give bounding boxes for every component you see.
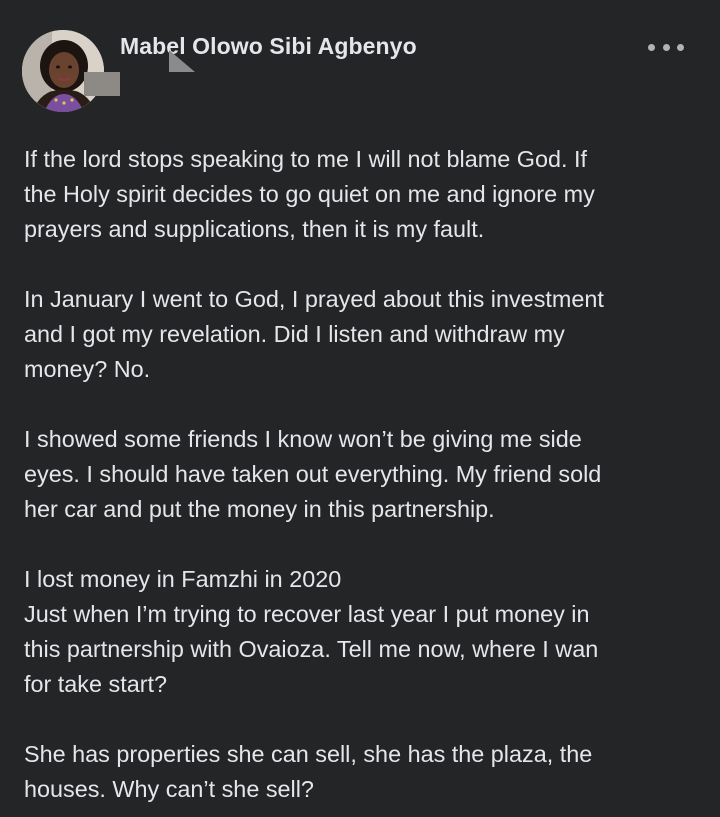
profile-photo-icon — [22, 30, 104, 112]
more-options-button[interactable] — [648, 38, 684, 56]
more-options-icon — [648, 43, 655, 51]
post-paragraph: I showed some friends I know won’t be gi… — [24, 426, 602, 522]
post-text: If the lord stops speaking to me I will … — [24, 142, 704, 817]
post-card: Mabel Olowo Sibi Agbenyo If the lord sto… — [0, 0, 720, 817]
more-options-icon — [662, 43, 670, 51]
post-paragraph: She has properties she can sell, she has… — [24, 741, 593, 802]
avatar[interactable] — [22, 30, 104, 112]
post-paragraph: In January I went to God, I prayed about… — [24, 286, 604, 382]
more-options-icon — [677, 43, 684, 51]
author-name[interactable]: Mabel Olowo Sibi Agbenyo — [120, 33, 417, 60]
image-artifact — [84, 72, 120, 96]
post-paragraph: I lost money in Famzhi in 2020 Just when… — [24, 566, 599, 697]
post-paragraph: If the lord stops speaking to me I will … — [24, 146, 595, 242]
